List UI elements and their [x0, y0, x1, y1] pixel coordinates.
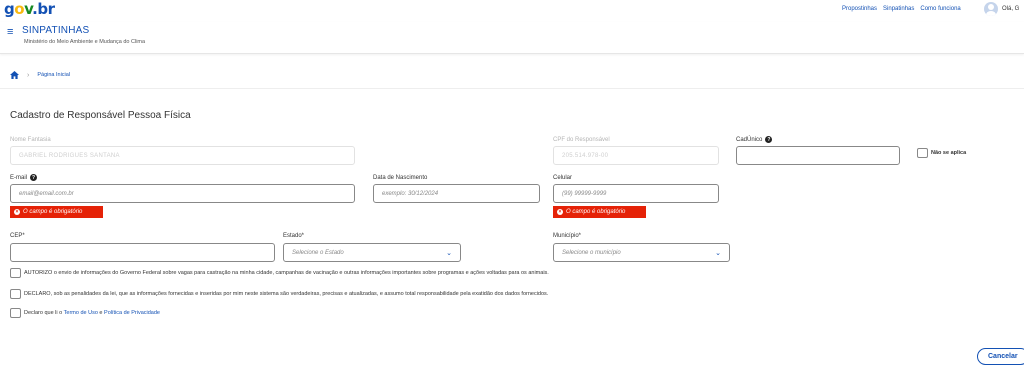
estado-selected: Selecione o Estado — [292, 249, 344, 256]
autorizo-label: AUTORIZO o envio de informações do Gover… — [24, 270, 549, 276]
divider — [0, 88, 1024, 89]
chevron-down-icon: ⌄ — [446, 249, 452, 257]
declaro-checkbox[interactable] — [10, 289, 21, 299]
logo-letter-v: v — [24, 0, 33, 18]
nome-fantasia-field: GABRIEL RODRIGUES SANTANA — [10, 146, 355, 165]
top-bar: gov.br Propostinhas Sinpatinhas Como fun… — [0, 0, 1024, 22]
breadcrumb-current[interactable]: Página Inicial — [37, 72, 70, 78]
error-icon: × — [14, 209, 20, 215]
top-links: Propostinhas Sinpatinhas Como funciona — [842, 6, 961, 12]
municipio-label: Município* — [553, 233, 582, 239]
email-error-message: × O campo é obrigatório — [10, 206, 103, 218]
app-name: SINPATINHAS — [22, 25, 90, 36]
chevron-right-icon: › — [27, 71, 30, 79]
breadcrumb: › Página Inicial — [10, 71, 70, 79]
logo-letter-g: g — [4, 0, 15, 18]
error-icon: × — [557, 209, 563, 215]
cep-field[interactable] — [10, 243, 275, 262]
cpf-label: CPF do Responsável — [553, 137, 610, 143]
email-label: E-mail ? — [10, 174, 38, 181]
municipio-select[interactable]: Selecione o município ⌄ — [553, 243, 730, 262]
help-icon[interactable]: ? — [30, 174, 38, 181]
logo-letter-o: o — [14, 0, 25, 18]
page-title: Cadastro de Responsável Pessoa Física — [10, 110, 191, 121]
celular-error-message: × O campo é obrigatório — [553, 206, 646, 218]
home-icon[interactable] — [10, 71, 19, 79]
estado-select[interactable]: Selecione o Estado ⌄ — [283, 243, 461, 262]
chevron-down-icon: ⌄ — [715, 249, 721, 257]
termo-checkbox[interactable] — [10, 308, 21, 318]
link-sinpatinhas[interactable]: Sinpatinhas — [883, 6, 914, 12]
termo-de-uso-link[interactable]: Termo de Uso — [64, 310, 98, 316]
nao-se-aplica-checkbox[interactable] — [917, 148, 928, 158]
nome-fantasia-label: Nome Fantasia — [10, 137, 51, 143]
autorizo-checkbox[interactable] — [10, 268, 21, 278]
govbr-logo[interactable]: gov.br — [4, 0, 55, 18]
email-field[interactable]: email@email.com.br — [10, 184, 355, 203]
avatar[interactable] — [984, 2, 998, 16]
celular-label: Celular — [553, 175, 573, 181]
hamburger-menu-icon[interactable]: ≡ — [7, 26, 13, 38]
cadunico-label: CadÚnico ? — [736, 136, 773, 143]
termo-label: Declaro que li o Termo de Uso e Política… — [24, 310, 160, 316]
ministry-name: Ministério do Meio Ambiente e Mudança do… — [24, 39, 146, 45]
email-label-text: E-mail — [10, 174, 28, 181]
link-como-funciona[interactable]: Como funciona — [920, 6, 960, 12]
email-error-text: O campo é obrigatório — [23, 209, 83, 215]
cancel-button[interactable]: Cancelar — [977, 348, 1024, 365]
user-menu[interactable]: Olá, G — [984, 2, 1019, 16]
cpf-field: 205.514.978-00 — [553, 146, 719, 165]
estado-label: Estado* — [283, 233, 305, 239]
termo-prefix: Declaro que li o — [24, 310, 64, 316]
cadunico-label-text: CadÚnico — [736, 136, 763, 143]
user-greeting[interactable]: Olá, G — [1002, 6, 1019, 12]
cadunico-field[interactable] — [736, 146, 900, 165]
app-header: ≡ SINPATINHAS Ministério do Meio Ambient… — [0, 22, 1024, 54]
celular-error-text: O campo é obrigatório — [566, 209, 626, 215]
celular-field[interactable]: (99) 99999-9999 — [553, 184, 719, 203]
help-icon[interactable]: ? — [765, 136, 773, 143]
declaro-label: DECLARO, sob as penalidades da lei, que … — [24, 291, 549, 297]
nascimento-field[interactable]: exemplo: 30/12/2024 — [373, 184, 540, 203]
logo-letters-br: br — [37, 0, 55, 18]
link-propostinhas[interactable]: Propostinhas — [842, 6, 877, 12]
nascimento-label: Data de Nascimento — [373, 175, 428, 181]
politica-privacidade-link[interactable]: Política de Privacidade — [104, 310, 160, 316]
nao-se-aplica-label: Não se aplica — [931, 150, 967, 156]
cep-label: CEP* — [10, 233, 25, 239]
municipio-selected: Selecione o município — [562, 249, 621, 256]
